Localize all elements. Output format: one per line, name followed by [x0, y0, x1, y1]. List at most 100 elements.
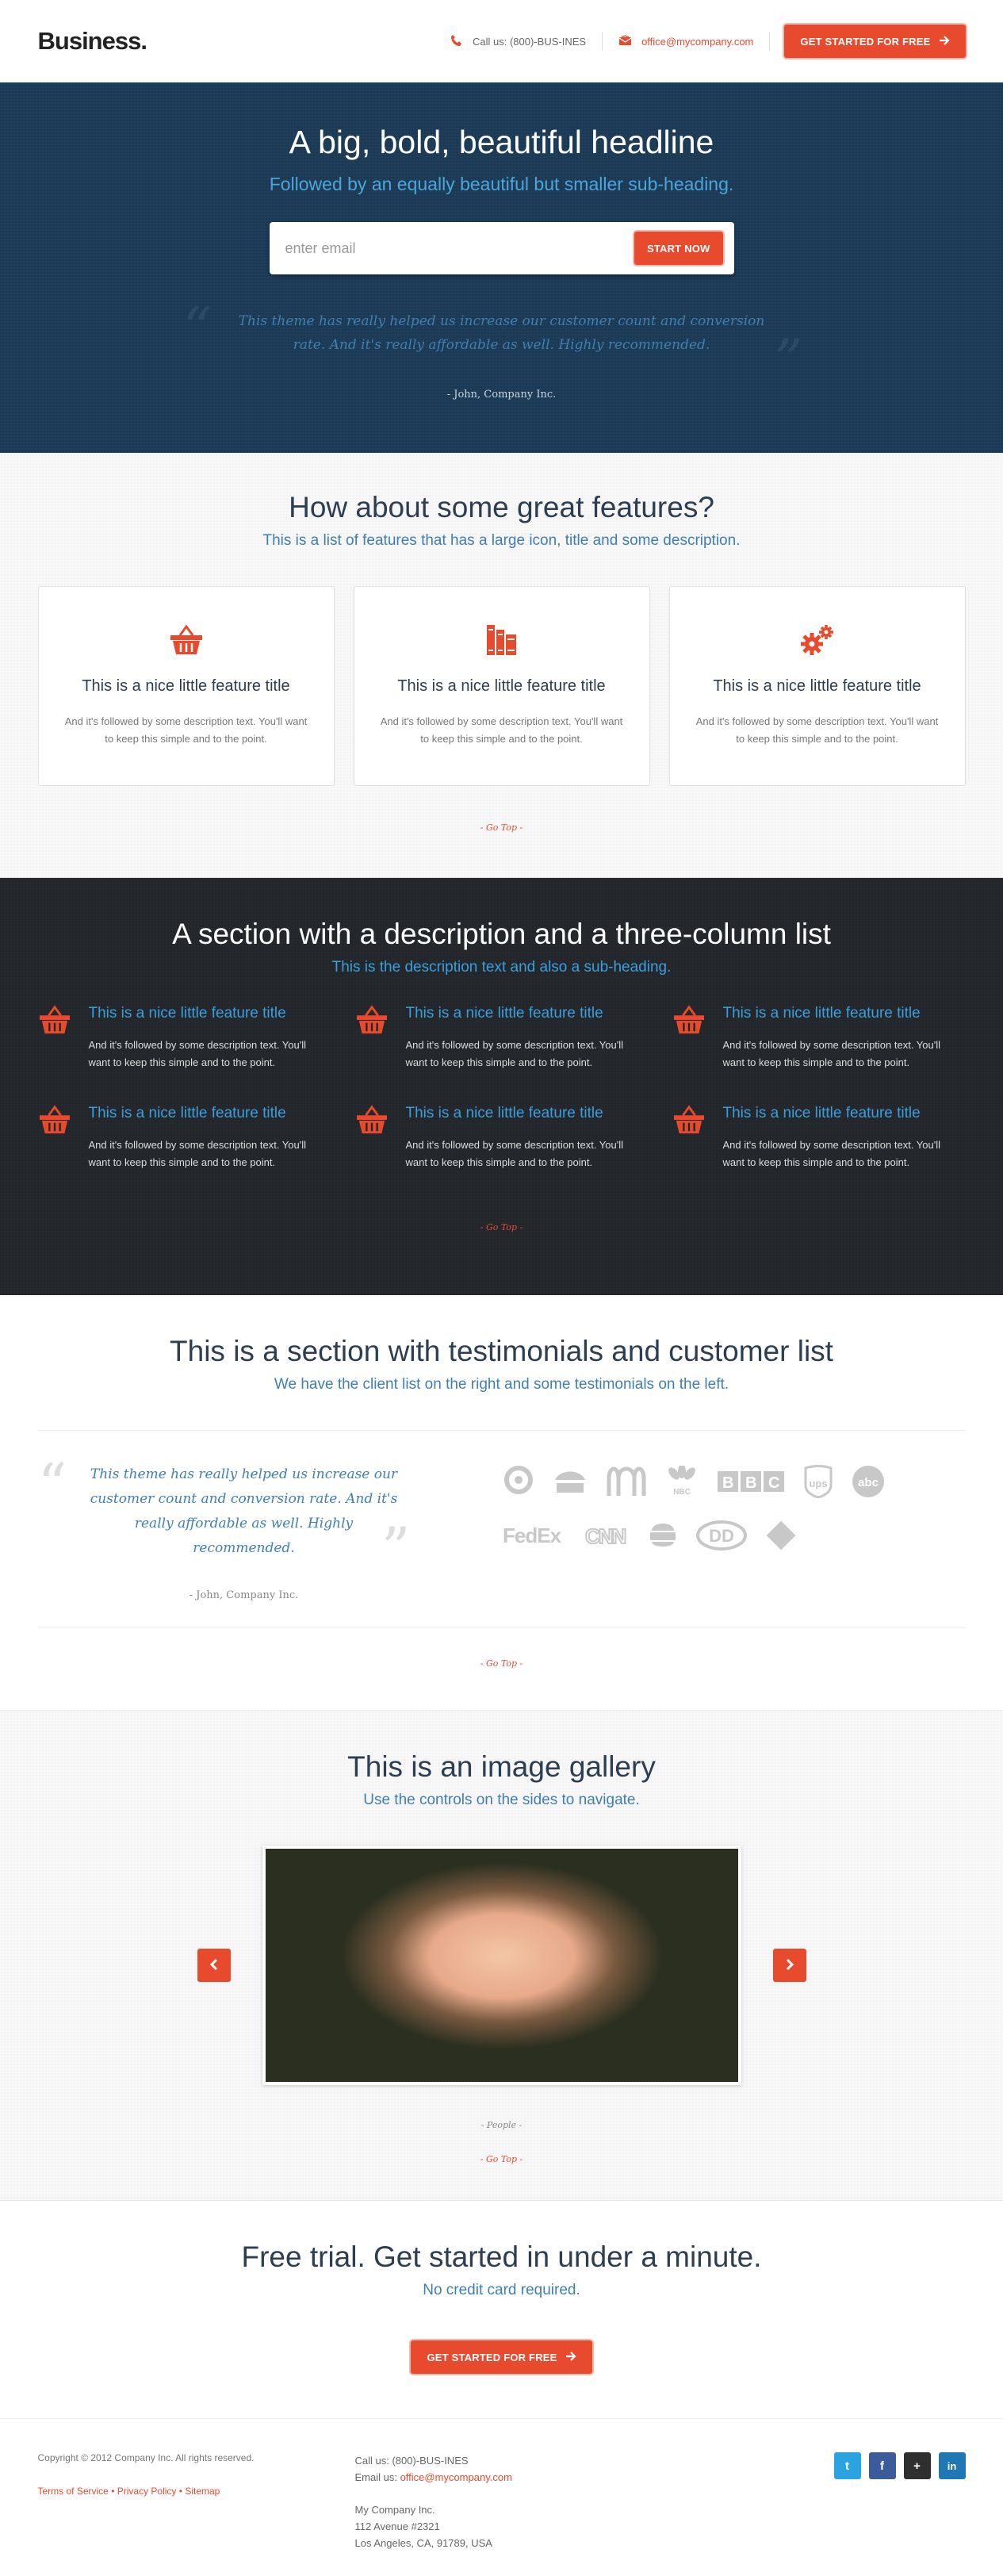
gallery-title: This is an image gallery [347, 1750, 656, 1783]
gallery-section: This is an image gallery Use the control… [0, 1711, 1003, 2201]
go-top-link[interactable]: - Go Top - [38, 2154, 966, 2164]
features-subtitle: This is a list of features that has a la… [262, 532, 741, 549]
footer-street: 112 Avenue #2321 [354, 2520, 440, 2532]
list-item-title: This is a nice little feature title [405, 1005, 603, 1022]
list-item-text: And it's followed by some description te… [722, 1039, 941, 1068]
feature-title: This is a nice little feature title [713, 677, 921, 695]
start-now-button[interactable]: START NOW [634, 232, 723, 265]
open-quote-icon: “ [37, 1451, 67, 1518]
svg-text:ups: ups [809, 1478, 827, 1489]
gallery-prev-button[interactable] [197, 1949, 231, 1982]
email-input[interactable]: enter email [285, 240, 356, 257]
svg-text:C: C [768, 1474, 779, 1492]
threecol-subtitle: This is the description text and also a … [331, 959, 672, 976]
footer-email-link[interactable]: office@mycompany.com [400, 2471, 512, 2483]
svg-text:NBC: NBC [673, 1488, 691, 1497]
twitter-icon[interactable]: t [833, 2452, 861, 2479]
chevron-right-icon [785, 1958, 794, 1973]
privacy-link[interactable]: Privacy Policy [117, 2486, 177, 2497]
feature-text: And it's followed by some description te… [380, 715, 623, 745]
testimonial-quote: This theme has really helped us increase… [90, 1466, 398, 1556]
feature-card: This is a nice little feature title And … [37, 586, 335, 786]
list-item: This is a nice little feature title And i… [355, 1105, 672, 1171]
mcdonalds-logo [603, 1462, 650, 1501]
go-top-link[interactable]: - Go Top - [38, 1222, 966, 1232]
testimonials-subtitle: We have the client list on the right and… [274, 1376, 729, 1393]
svg-text:B: B [745, 1474, 756, 1492]
target-logo [500, 1462, 538, 1501]
google-plus-icon[interactable]: + [903, 2452, 931, 2479]
hero-testimonial: “ This theme has really helped us increa… [183, 300, 803, 389]
svg-text:DD: DD [709, 1526, 734, 1546]
get-started-button[interactable]: GET STARTED FOR FREE [784, 25, 966, 58]
svg-text:B: B [722, 1474, 733, 1492]
separator: • [111, 2486, 117, 2497]
terms-link[interactable]: Terms of Service [38, 2486, 109, 2497]
footer-city: Los Angeles, CA, 91789, USA [354, 2537, 492, 2549]
burger-king-logo [644, 1516, 682, 1554]
gallery-image [265, 1849, 738, 2082]
hero-title: A big, bold, beautiful headline [289, 124, 714, 160]
email-link[interactable]: office@mycompany.com [641, 36, 753, 48]
client-logos: NBC BBC ups abc FedEx CNN DD [500, 1462, 944, 1627]
footer-company: My Company Inc. [354, 2504, 435, 2516]
get-started-label: GET STARTED FOR FREE [800, 35, 931, 48]
list-item-title: This is a nice little feature title [88, 1005, 286, 1022]
social-links: t f + in [833, 2452, 966, 2551]
features-title: How about some great features? [289, 491, 714, 523]
list-item-text: And it's followed by some description te… [88, 1039, 307, 1068]
arrow-right-icon [939, 35, 950, 48]
list-item: This is a nice little feature title And i… [38, 1005, 355, 1071]
cta-title: Free trial. Get started in under a minut… [241, 2241, 762, 2273]
cnn-logo: CNN [582, 1516, 633, 1554]
basket-icon [39, 620, 334, 660]
list-item-title: This is a nice little feature title [405, 1105, 603, 1121]
svg-text:CNN: CNN [585, 1524, 626, 1547]
basket-icon [672, 1005, 706, 1071]
phone-icon [450, 34, 463, 49]
cta-button-label: GET STARTED FOR FREE [427, 2351, 557, 2363]
arrow-right-icon [565, 2351, 576, 2363]
linkedin-icon[interactable]: in [938, 2452, 966, 2479]
feature-title: This is a nice little feature title [397, 677, 606, 695]
cta-button[interactable]: GET STARTED FOR FREE [411, 2340, 592, 2374]
dd-logo: DD [693, 1516, 750, 1554]
feature-card: This is a nice little feature title And … [668, 586, 966, 786]
testimonials-section: This is a section with testimonials and … [0, 1295, 1003, 1711]
testimonial: “ This theme has really helped us increa… [38, 1456, 450, 1627]
site-header: Business. Call us: (800)-BUS-INES office… [0, 0, 1003, 82]
pizza-hut-logo [549, 1462, 591, 1501]
list-item-title: This is a nice little feature title [722, 1105, 921, 1121]
testimonial-author: - John, Company Inc. [189, 1589, 299, 1601]
list-item-title: This is a nice little feature title [88, 1105, 286, 1121]
sitemap-link[interactable]: Sitemap [185, 2486, 220, 2497]
list-item: This is a nice little feature title And i… [672, 1105, 966, 1171]
close-quote-icon: ” [381, 1515, 411, 1581]
signup-form: enter email START NOW [269, 222, 734, 274]
basket-icon [355, 1005, 389, 1071]
gallery-subtitle: Use the controls on the sides to navigat… [363, 1792, 640, 1808]
footer-phone: Call us: (800)-BUS-INES [354, 2455, 469, 2467]
facebook-icon[interactable]: f [868, 2452, 896, 2479]
go-top-link[interactable]: - Go Top - [38, 1658, 966, 1669]
gallery-next-button[interactable] [772, 1949, 806, 1982]
list-item-text: And it's followed by some description te… [405, 1139, 624, 1168]
cta-section: Free trial. Get started in under a minut… [0, 2201, 1003, 2418]
list-item-text: And it's followed by some description te… [88, 1139, 307, 1168]
feature-text: And it's followed by some description te… [64, 715, 308, 745]
hero-quote-author: - John, Company Inc. [446, 389, 557, 401]
list-item-text: And it's followed by some description te… [405, 1039, 624, 1068]
email-contact: office@mycompany.com [618, 34, 753, 48]
logo[interactable]: Business. [38, 27, 147, 56]
feature-title: This is a nice little feature title [82, 677, 290, 695]
list-item: This is a nice little feature title And i… [38, 1105, 355, 1171]
divider [602, 32, 603, 51]
feature-text: And it's followed by some description te… [695, 715, 939, 745]
threecol-title: A section with a description and a three… [172, 918, 831, 950]
list-item: This is a nice little feature title And i… [355, 1005, 672, 1071]
go-top-link[interactable]: - Go Top - [38, 822, 966, 833]
basket-icon [672, 1105, 706, 1171]
gallery-slide [197, 1846, 806, 2085]
footer-links: Terms of Service • Privacy Policy • Site… [38, 2486, 355, 2497]
diamond-logo [761, 1516, 801, 1554]
